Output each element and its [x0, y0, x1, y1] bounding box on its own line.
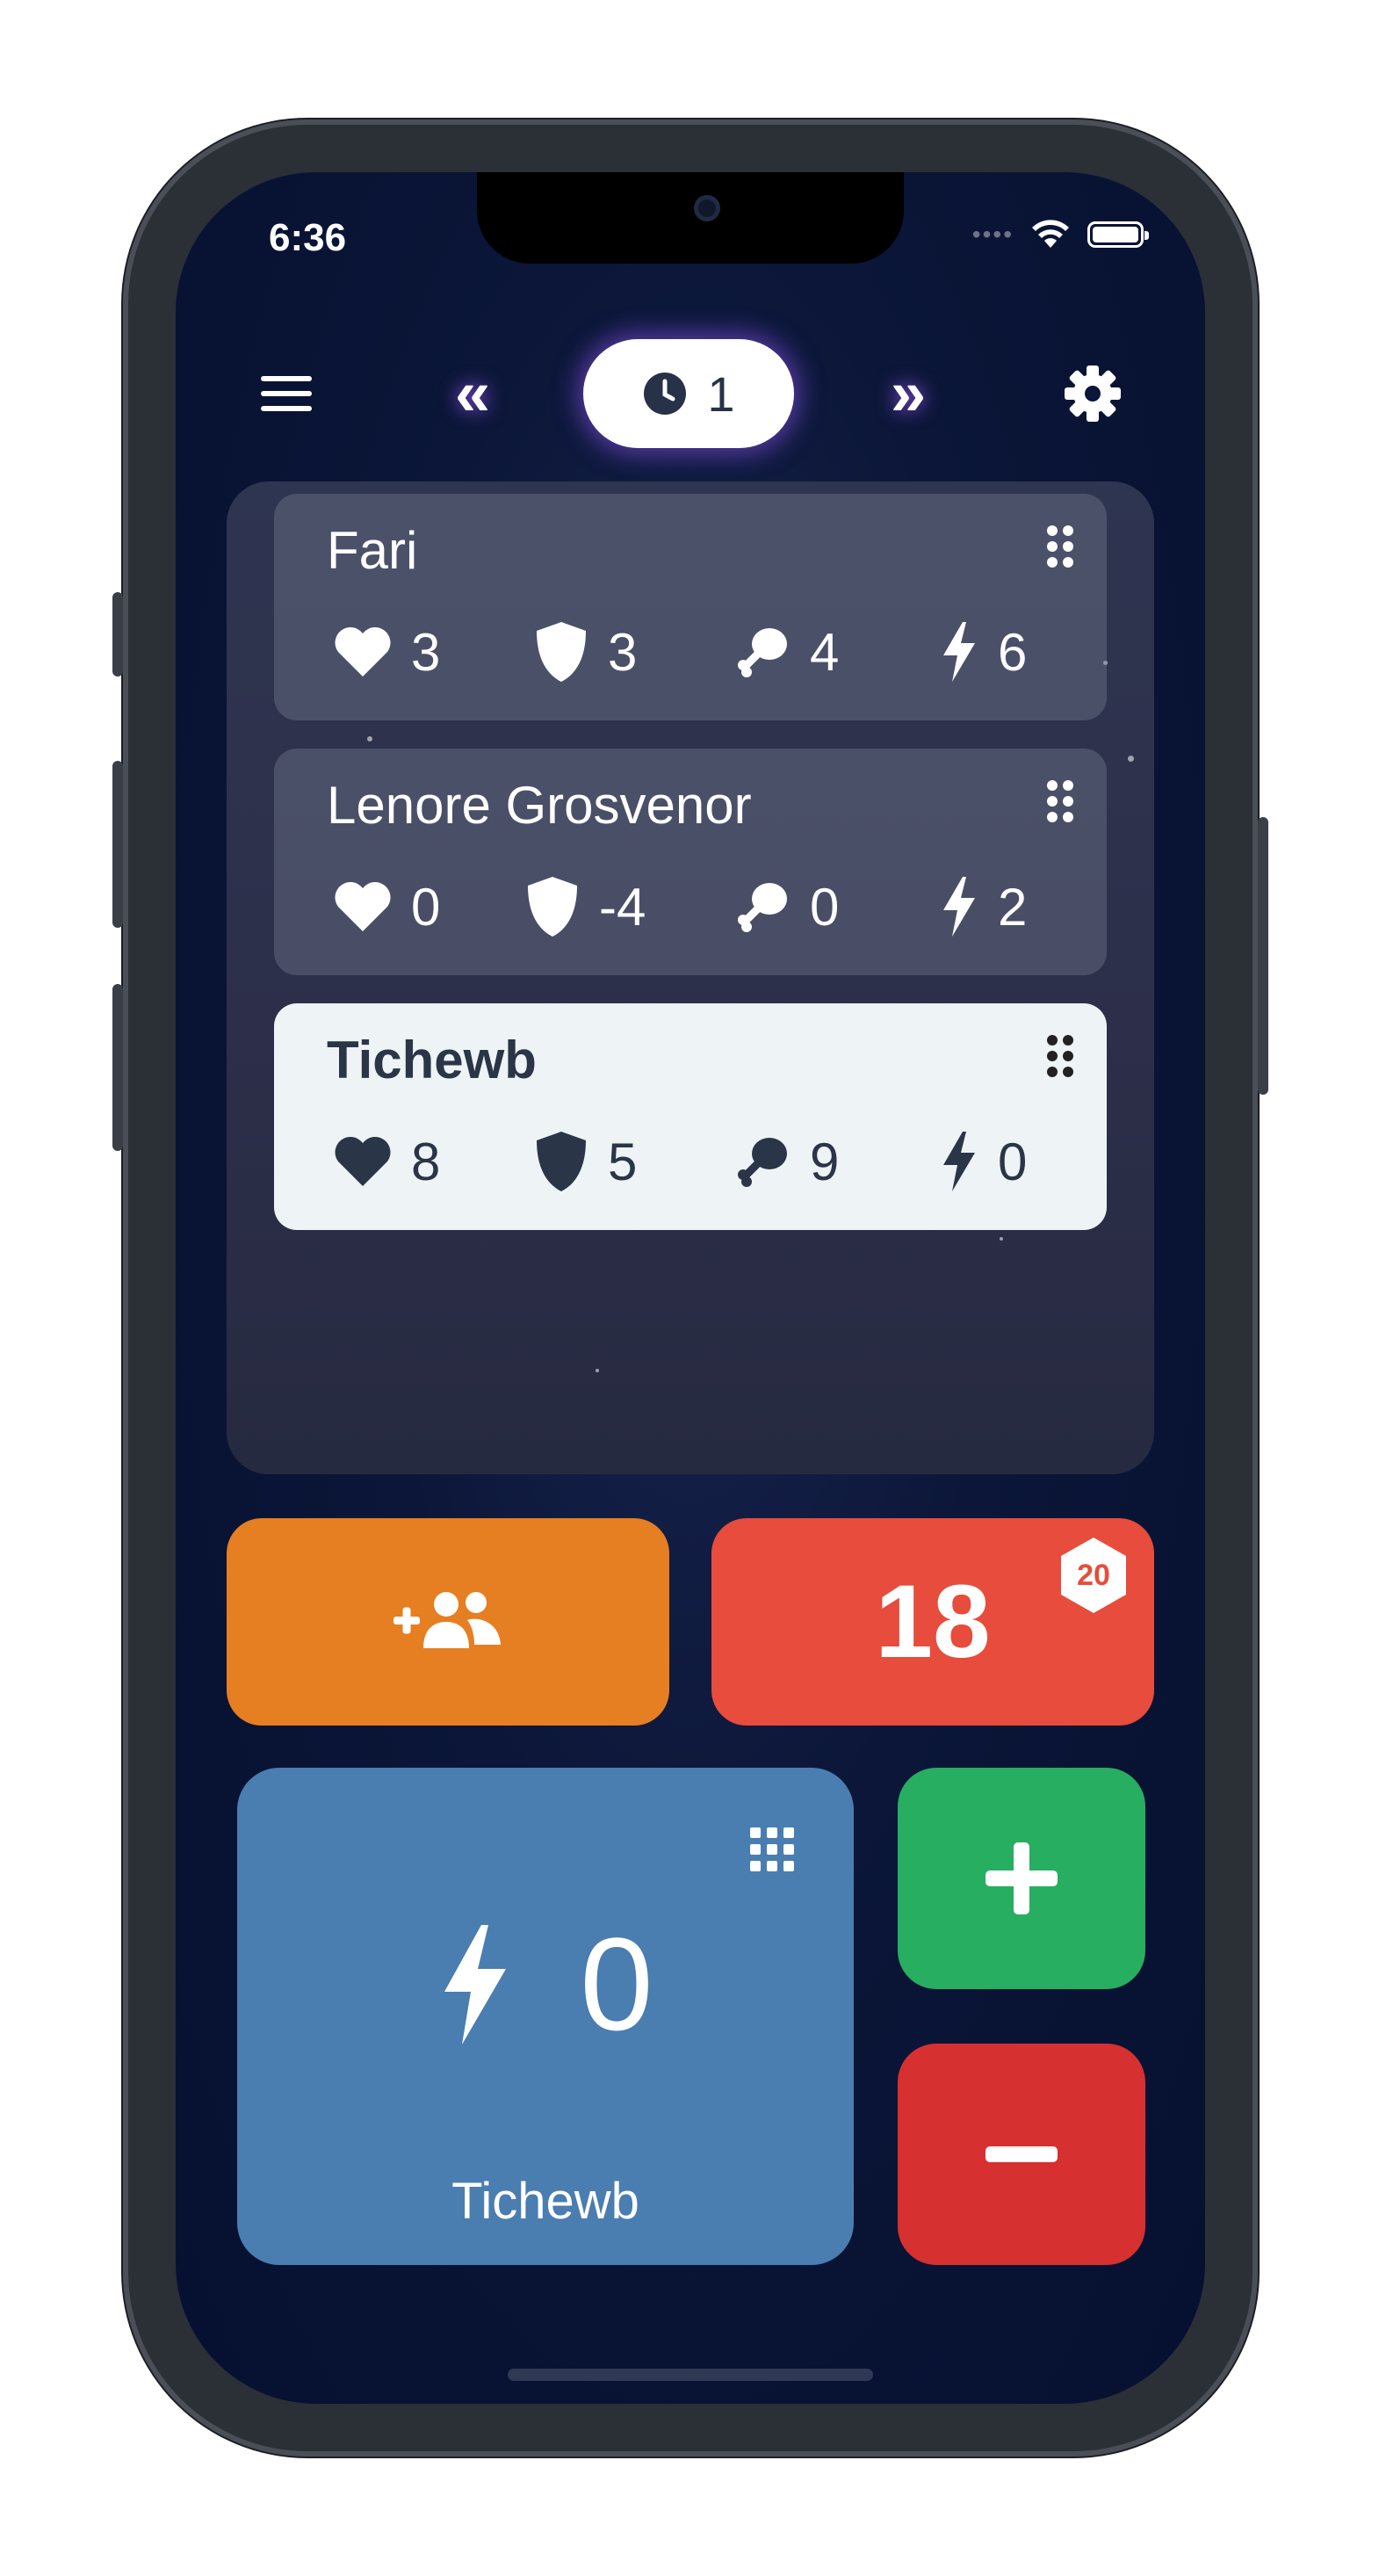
- signal-dots: ••••: [971, 221, 1014, 248]
- plus-icon: [986, 1842, 1058, 1914]
- player-list: Fari 3 3 4 6 Lenore Grosvenor 0 -4 0 2 T…: [227, 481, 1154, 1474]
- power-button: [1258, 817, 1268, 1095]
- drumstick-icon: [738, 883, 787, 932]
- increment-button[interactable]: [898, 1768, 1145, 1989]
- health-stat: 0: [334, 872, 440, 942]
- star: [1000, 1237, 1003, 1241]
- food-stat: 0: [734, 872, 839, 942]
- player-card-tichewb[interactable]: Tichewb 8 5 9 0: [274, 1003, 1107, 1230]
- lightning-bolt-icon: [943, 622, 975, 682]
- selected-stat-card[interactable]: 0 Tichewb: [237, 1768, 854, 2265]
- food-stat: 4: [734, 617, 839, 687]
- silent-switch: [112, 592, 123, 677]
- decrement-button[interactable]: [898, 2044, 1145, 2265]
- star: [1128, 756, 1134, 762]
- gear-icon[interactable]: [1056, 357, 1130, 431]
- armor-value: -4: [599, 877, 646, 937]
- player-name: Fari: [327, 521, 418, 580]
- counter-value: 0: [580, 1910, 653, 2058]
- player-card-fari[interactable]: Fari 3 3 4 6: [274, 494, 1107, 720]
- status-icons: ••••: [971, 220, 1149, 250]
- battery-icon: [1087, 221, 1149, 248]
- counter-player-name: Tichewb: [451, 2173, 639, 2230]
- add-player-button[interactable]: [227, 1518, 669, 1726]
- round-number: 1: [707, 365, 735, 422]
- round-counter[interactable]: 1: [583, 339, 794, 448]
- wifi-icon: [1032, 220, 1069, 248]
- food-value: 4: [810, 622, 840, 682]
- food-value: 9: [810, 1132, 840, 1191]
- app-screen: 6:36 •••• « 1 » Fari 3 3 4 6 Lenore Gros…: [176, 172, 1205, 2404]
- double-chevron-left-icon[interactable]: «: [436, 357, 509, 431]
- energy-stat: 0: [938, 1126, 1027, 1197]
- add-user-group-icon: [393, 1592, 501, 1648]
- energy-value: 0: [998, 1132, 1028, 1191]
- status-time: 6:36: [269, 216, 347, 259]
- health-stat: 3: [334, 617, 440, 687]
- energy-value: 6: [998, 622, 1028, 682]
- volume-up-button: [112, 761, 123, 928]
- armor-stat: 3: [534, 617, 637, 687]
- armor-stat: 5: [534, 1126, 637, 1197]
- dice-label: 20: [1077, 1559, 1110, 1592]
- health-value: 8: [411, 1132, 441, 1191]
- energy-value: 2: [998, 877, 1028, 937]
- heart-icon: [335, 1137, 391, 1186]
- drumstick-icon: [738, 628, 787, 677]
- player-name: Tichewb: [327, 1031, 537, 1089]
- health-value: 0: [411, 877, 441, 937]
- star: [367, 736, 372, 742]
- armor-value: 5: [608, 1132, 638, 1191]
- drag-handle-icon[interactable]: [1045, 524, 1075, 569]
- lightning-bolt-icon: [444, 1924, 507, 2044]
- energy-stat: 2: [938, 872, 1027, 942]
- clock-icon: [644, 373, 687, 415]
- notch: [477, 172, 904, 264]
- health-stat: 8: [334, 1126, 440, 1197]
- armor-stat: -4: [525, 872, 646, 942]
- dice-roll-button[interactable]: 18 20: [711, 1518, 1154, 1726]
- toolbar: « 1 »: [176, 339, 1205, 448]
- double-chevron-right-icon[interactable]: »: [871, 357, 945, 431]
- home-indicator[interactable]: [508, 2369, 873, 2381]
- drumstick-icon: [738, 1138, 787, 1187]
- drag-handle-icon[interactable]: [1045, 778, 1075, 824]
- front-camera: [694, 195, 720, 221]
- energy-stat: 6: [938, 617, 1027, 687]
- heart-icon: [335, 882, 391, 931]
- shield-icon: [537, 622, 586, 682]
- d20-dice-icon: 20: [1061, 1538, 1126, 1613]
- star: [596, 1369, 599, 1372]
- armor-value: 3: [608, 622, 638, 682]
- lightning-bolt-icon: [943, 877, 975, 937]
- dice-roll-value: 18: [875, 1564, 991, 1680]
- heart-icon: [335, 627, 391, 677]
- shield-icon: [528, 877, 577, 937]
- player-name: Lenore Grosvenor: [327, 776, 752, 835]
- food-value: 0: [810, 877, 840, 937]
- counter-display: 0: [237, 1908, 854, 2060]
- lightning-bolt-icon: [943, 1132, 975, 1191]
- health-value: 3: [411, 622, 441, 682]
- shield-icon: [537, 1132, 586, 1191]
- volume-down-button: [112, 984, 123, 1151]
- hamburger-menu-icon[interactable]: [249, 357, 323, 431]
- drag-handle-icon[interactable]: [1045, 1033, 1075, 1079]
- minus-icon: [986, 2146, 1058, 2162]
- player-card-lenore-grosvenor[interactable]: Lenore Grosvenor 0 -4 0 2: [274, 749, 1107, 975]
- food-stat: 9: [734, 1126, 839, 1197]
- keypad-grid-icon[interactable]: [750, 1827, 794, 1871]
